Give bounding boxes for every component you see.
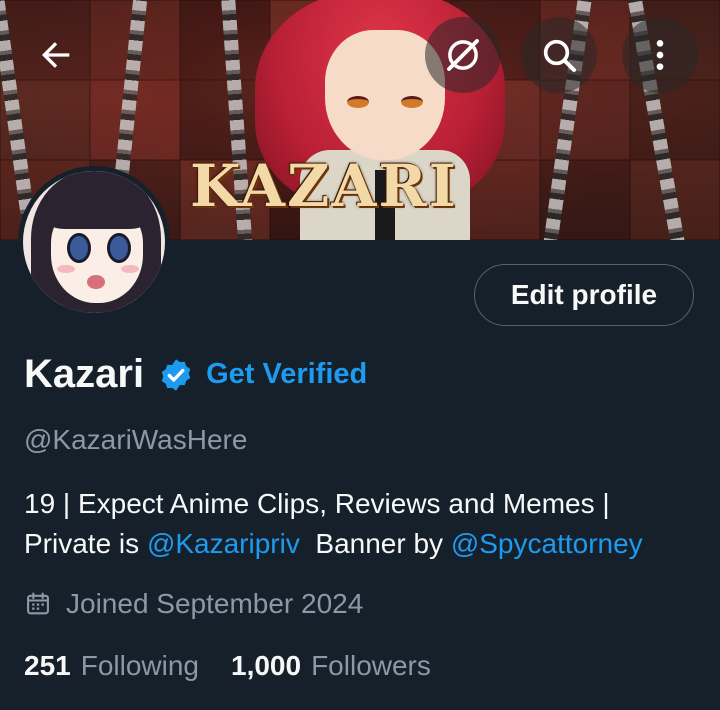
display-name: Kazari — [24, 352, 145, 396]
user-handle: @KazariWasHere — [24, 424, 248, 455]
back-button[interactable] — [18, 17, 94, 93]
mention-link-kazaripriv[interactable]: @Kazaripriv — [147, 528, 300, 559]
bio-text: Banner by — [299, 528, 451, 559]
bio: 19 | Expect Anime Clips, Reviews and Mem… — [24, 484, 714, 564]
verified-badge-icon[interactable] — [158, 357, 194, 393]
following-count: 251 — [24, 650, 71, 681]
followers-count: 1,000 — [231, 650, 302, 681]
following-link[interactable]: 251 Following — [24, 650, 199, 682]
arrow-left-icon — [42, 42, 70, 68]
avatar-blush — [57, 265, 75, 273]
bio-line-2: Private is @Kazaripriv Banner by @Spycat… — [24, 524, 714, 564]
avatar-bangs — [45, 185, 149, 229]
follow-stats: 251 Following 1,000 Followers — [24, 650, 463, 682]
avatar-eye — [107, 233, 131, 263]
avatar[interactable] — [18, 166, 170, 318]
avatar-eye — [67, 233, 91, 263]
edit-profile-button[interactable]: Edit profile — [474, 264, 694, 326]
search-icon — [543, 39, 576, 72]
avatar-mouth — [87, 275, 105, 289]
search-button[interactable] — [521, 17, 597, 93]
followers-link[interactable]: 1,000 Followers — [231, 650, 431, 682]
followers-label: Followers — [311, 650, 431, 681]
get-verified-link[interactable]: Get Verified — [206, 358, 367, 391]
joined-date: Joined September 2024 — [24, 588, 363, 620]
calendar-icon — [27, 592, 49, 615]
banner-title: KAZARI — [190, 152, 458, 220]
bio-text: Private is — [24, 528, 147, 559]
joined-label: Joined September 2024 — [66, 588, 364, 619]
name-row: Kazari Get Verified — [24, 352, 367, 397]
grok-button[interactable] — [425, 17, 501, 93]
grok-icon — [447, 39, 479, 71]
mention-link-spycattorney[interactable]: @Spycattorney — [451, 528, 643, 559]
following-label: Following — [80, 650, 199, 681]
banner-character-eye — [347, 96, 369, 108]
more-vertical-icon — [656, 40, 664, 70]
bio-line-1: 19 | Expect Anime Clips, Reviews and Mem… — [24, 488, 610, 519]
more-options-button[interactable] — [622, 17, 698, 93]
avatar-blush — [121, 265, 139, 273]
banner-character-eye — [401, 96, 423, 108]
